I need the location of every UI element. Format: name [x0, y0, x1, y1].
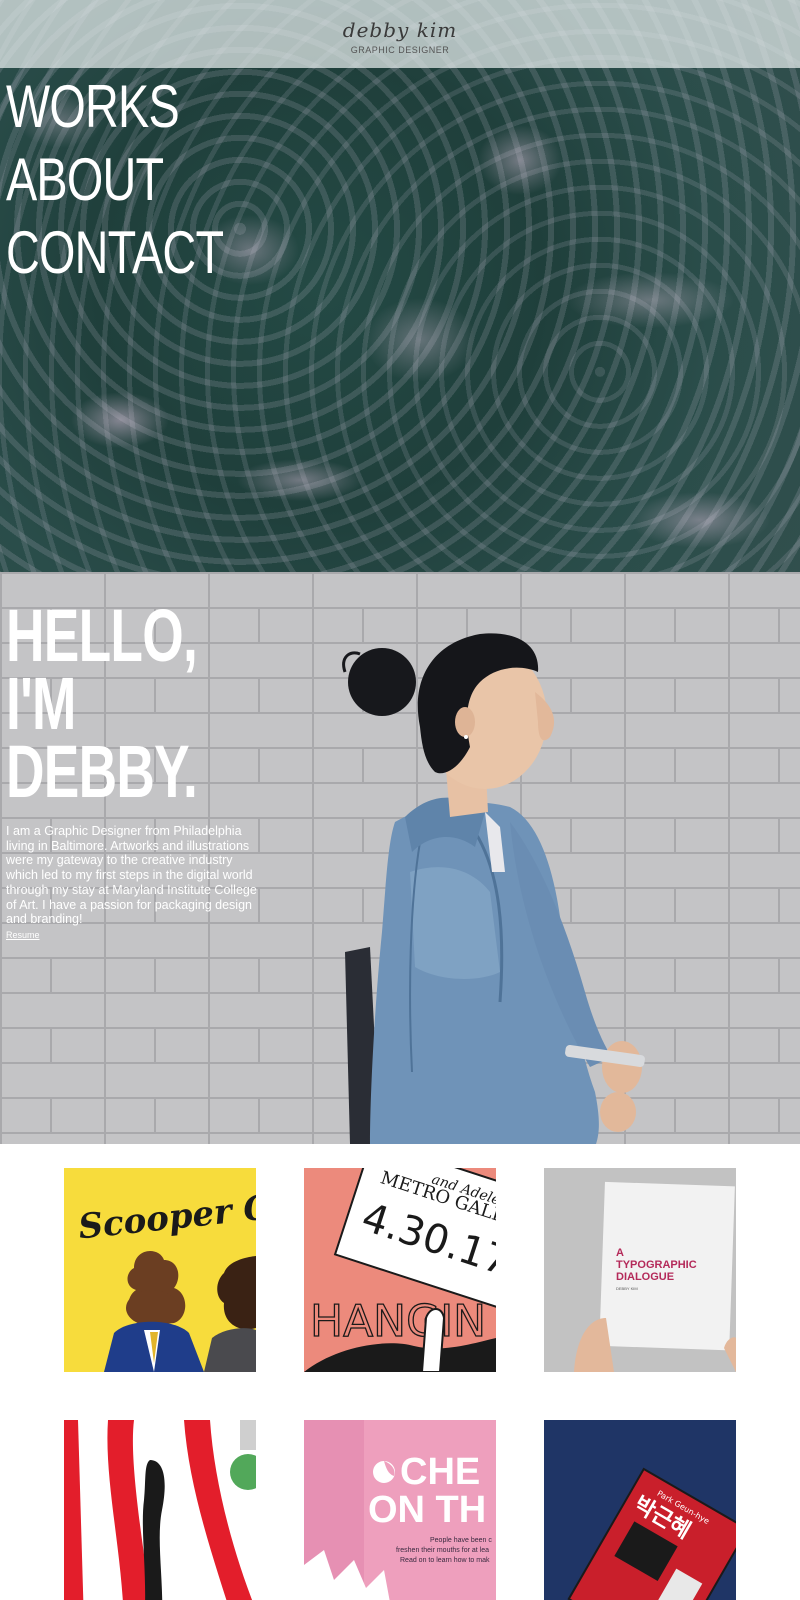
chew-title-line-1: CHE [400, 1451, 480, 1493]
work-tile-park-geunhye[interactable]: 박근혜 Park Geun-hye [544, 1420, 736, 1600]
work-tile-circus[interactable] [64, 1420, 256, 1600]
main-nav: WORKS ABOUT CONTACT [6, 70, 285, 289]
work-tile-typographic-dialogue[interactable]: A TYPOGRAPHIC DIALOGUE DEBBY KIM [544, 1168, 736, 1372]
hello-line-1: HELLO, [6, 594, 198, 677]
work-tile-chew-on-this[interactable]: CHE ON TH People have been c freshen the… [304, 1420, 496, 1600]
chew-body-line-1: People have been c [430, 1537, 492, 1544]
nav-contact-link[interactable]: CONTACT [6, 216, 224, 289]
work-tile-metro-gallery[interactable]: METRO GALLERY 4.30.17 and Adele HANGIN T… [304, 1168, 496, 1372]
resume-link[interactable]: Resume [6, 930, 40, 940]
nav-works-link[interactable]: WORKS [6, 70, 223, 143]
hello-heading: HELLO, I'M DEBBY. [6, 594, 198, 813]
chew-body-line-2: freshen their mouths for at lea [396, 1547, 489, 1554]
about-bio: I am a Graphic Designer from Philadelphi… [6, 824, 257, 927]
typographic-line-2: TYPOGRAPHIC [616, 1259, 697, 1271]
works-grid: Scooper G METRO GALLERY 4.30.17 and Adel… [0, 1144, 800, 1600]
typographic-line-1: A [616, 1247, 624, 1259]
hello-line-2: I'M [6, 662, 76, 745]
metro-hangin-text: HANGIN TH [310, 1296, 496, 1347]
typographic-line-3: DIALOGUE [616, 1271, 674, 1283]
work-tile-scooper[interactable]: Scooper G [64, 1168, 256, 1372]
portrait-photo [342, 633, 645, 1144]
hero-ocean-section: debby kim GRAPHIC DESIGNER WORKS ABOUT C… [0, 0, 800, 572]
typographic-author: DEBBY KIM [616, 1286, 638, 1291]
logo-subtitle: GRAPHIC DESIGNER [350, 45, 450, 55]
about-section: HELLO, I'M DEBBY. I am a Graphic Designe… [0, 572, 800, 1144]
logo-signature[interactable]: debby kim [343, 19, 457, 41]
hello-line-3: DEBBY. [6, 730, 198, 813]
chew-body-line-3: Read on to learn how to mak [400, 1557, 490, 1564]
header-bar: debby kim GRAPHIC DESIGNER [0, 0, 800, 68]
scooper-title: Scooper G [76, 1187, 256, 1247]
nav-about-link[interactable]: ABOUT [6, 143, 223, 216]
chew-title-line-2: ON TH [368, 1489, 486, 1531]
